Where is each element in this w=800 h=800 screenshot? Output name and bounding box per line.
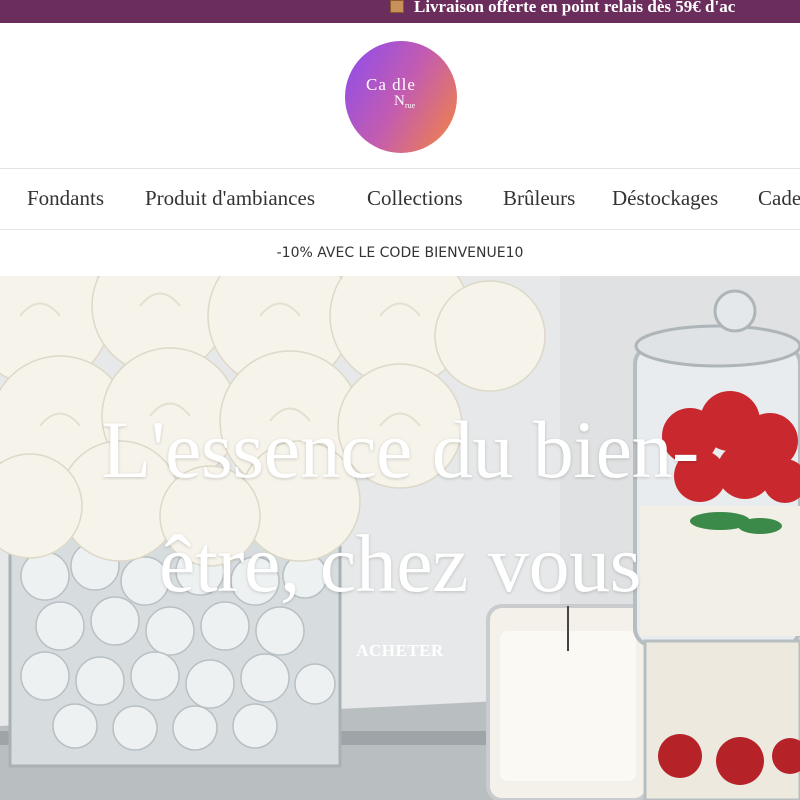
- promo-text: -10% AVEC LE CODE BIENVENUE10: [276, 245, 524, 261]
- nav-item-bruleurs[interactable]: Brûleurs: [503, 186, 575, 211]
- nav-item-produit-ambiances[interactable]: Produit d'ambiances: [145, 186, 315, 211]
- nav-item-cadeaux[interactable]: Cade: [758, 186, 800, 211]
- nav-item-collections[interactable]: Collections: [367, 186, 463, 211]
- header: Ca dle N rue: [0, 23, 800, 168]
- logo-text-line2: N: [394, 93, 405, 109]
- logo-text-line3: rue: [405, 101, 416, 110]
- hero-title: L'essence du bien- être, chez vous: [0, 393, 800, 621]
- package-icon: [390, 0, 404, 13]
- logo-text-line1: Ca dle: [366, 75, 416, 94]
- announcement-text: Livraison offerte en point relais dès 59…: [414, 0, 736, 16]
- hero-banner: L'essence du bien- être, chez vous ACHET…: [0, 276, 800, 800]
- hero-title-line2: être, chez vous: [159, 518, 641, 609]
- main-nav: Fondants Produit d'ambiances Collections…: [0, 168, 800, 230]
- promo-banner: -10% AVEC LE CODE BIENVENUE10: [0, 230, 800, 276]
- site-logo[interactable]: Ca dle N rue: [345, 41, 457, 153]
- shop-now-button[interactable]: ACHETER: [340, 636, 460, 666]
- announcement-bar: Livraison offerte en point relais dès 59…: [0, 0, 800, 23]
- nav-item-fondants[interactable]: Fondants: [27, 186, 104, 211]
- hero-title-line1: L'essence du bien-: [101, 404, 699, 495]
- nav-item-destockages[interactable]: Déstockages: [612, 186, 718, 211]
